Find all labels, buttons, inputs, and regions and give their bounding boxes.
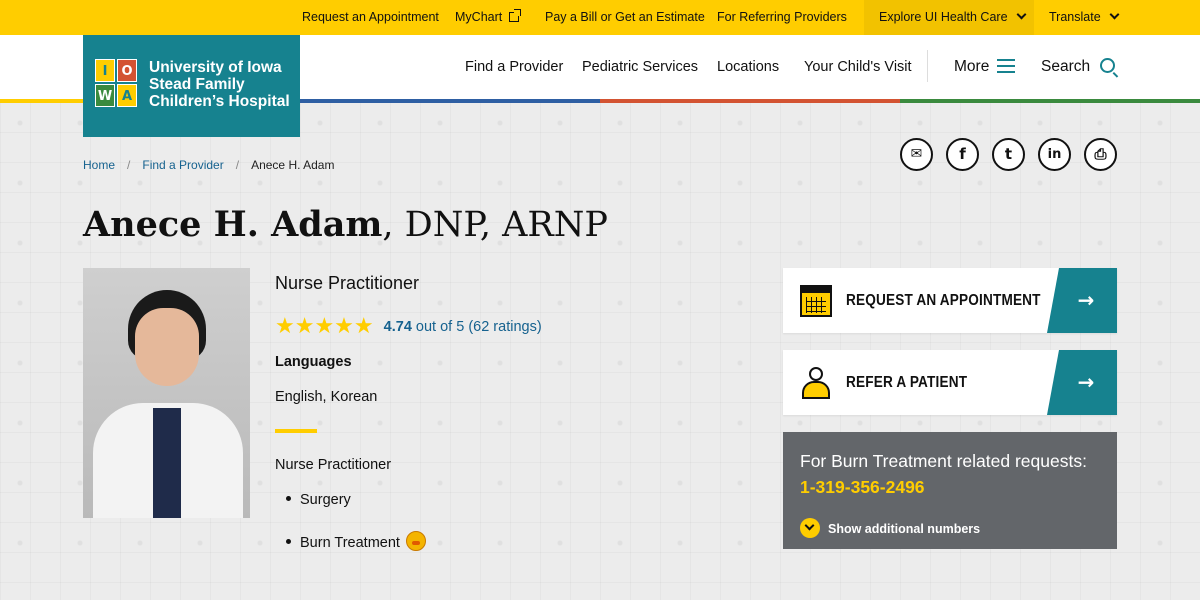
nav-locations[interactable]: Locations <box>717 35 779 99</box>
utility-mychart-link[interactable]: MyChart <box>455 0 522 35</box>
hospital-logo[interactable]: I O W A University of Iowa Stead Family … <box>83 35 300 137</box>
calendar-grid <box>806 297 826 313</box>
specialty-heading: Nurse Practitioner <box>275 457 392 473</box>
breadcrumb-find-a-provider[interactable]: Find a Provider <box>142 158 223 172</box>
logo-tile-a: A <box>117 84 137 107</box>
nav-find-a-provider[interactable]: Find a Provider <box>465 35 563 99</box>
bullet <box>286 496 291 501</box>
logo-tile-i: I <box>95 59 115 82</box>
chevron-down-icon <box>1016 9 1026 20</box>
breadcrumb-separator: / <box>235 158 240 172</box>
refer-patient-label: REFER A PATIENT <box>846 374 968 391</box>
phone-number-link[interactable]: 1-319-356-2496 <box>800 477 925 498</box>
photo-shirt <box>153 408 181 518</box>
chevron-down-icon <box>800 518 820 538</box>
section-divider <box>275 429 317 433</box>
print-icon[interactable]: ⎙ <box>1084 138 1117 171</box>
logo-tile-o: O <box>117 59 137 82</box>
external-link-icon <box>509 9 522 22</box>
specialty-item: Surgery <box>286 492 351 508</box>
nav-more-button[interactable]: More <box>954 35 1016 99</box>
specialty-burn-treatment: Burn Treatment <box>300 535 400 551</box>
provider-name: Anece H. Adam <box>83 204 383 245</box>
arrow-right-icon: → <box>1047 350 1117 415</box>
search-label: Search <box>1041 58 1091 75</box>
star-rating-icon: ★★★★★ <box>275 314 374 339</box>
refer-patient-button[interactable]: REFER A PATIENT → <box>783 350 1117 415</box>
provider-title: Nurse Practitioner <box>275 273 420 293</box>
linkedin-share-icon[interactable]: in <box>1038 138 1071 171</box>
breadcrumb-home[interactable]: Home <box>83 158 115 172</box>
logo-line-1: University of Iowa <box>149 59 282 76</box>
nav-pediatric-services[interactable]: Pediatric Services <box>582 35 698 99</box>
childrens-hospital-duck-icon <box>405 531 426 551</box>
calendar-icon <box>800 285 832 317</box>
page-title: Anece H. Adam, DNP, ARNP <box>83 204 608 245</box>
breadcrumb-separator: / <box>127 158 131 172</box>
logo-line-3: Children’s Hospital <box>149 93 290 110</box>
share-toolbar: ✉ f t in ⎙ <box>900 138 1117 172</box>
header-stripe-red <box>600 99 900 103</box>
specialty-item: Burn Treatment <box>286 527 426 551</box>
translate-dropdown[interactable]: Translate <box>1034 0 1200 35</box>
explore-ui-health-care-dropdown[interactable]: Explore UI Health Care <box>864 0 1034 35</box>
arrow-right-icon: → <box>1047 268 1117 333</box>
hamburger-menu-icon <box>997 59 1016 73</box>
provider-rating[interactable]: ★★★★★ 4.74 out of 5 (62 ratings) <box>275 312 542 339</box>
translate-label: Translate <box>1049 10 1101 24</box>
logo-line-2: Stead Family <box>149 76 245 93</box>
photo-face <box>135 308 199 386</box>
header-stripe-blue <box>300 99 600 103</box>
facebook-share-icon[interactable]: f <box>946 138 979 171</box>
phone-heading: For Burn Treatment related requests: <box>800 451 1087 471</box>
twitter-share-icon[interactable]: t <box>992 138 1025 171</box>
nav-divider <box>927 50 928 82</box>
doctor-icon <box>800 367 832 399</box>
bullet <box>286 539 291 544</box>
provider-credentials: , DNP, ARNP <box>382 205 608 245</box>
nav-search-button[interactable]: Search <box>1041 35 1116 99</box>
breadcrumb: Home / Find a Provider / Anece H. Adam <box>83 158 334 172</box>
show-additional-numbers-button[interactable]: Show additional numbers <box>800 513 981 538</box>
languages-heading: Languages <box>275 354 352 370</box>
show-additional-numbers-label: Show additional numbers <box>828 522 981 536</box>
request-appointment-label: REQUEST AN APPOINTMENT <box>846 292 1041 309</box>
explore-label: Explore UI Health Care <box>879 10 1008 24</box>
utility-referring-providers-link[interactable]: For Referring Providers <box>717 0 847 35</box>
email-share-icon[interactable]: ✉ <box>900 138 933 171</box>
doctor-icon-body <box>802 381 830 399</box>
specialty-surgery: Surgery <box>300 492 351 508</box>
utility-request-appointment-link[interactable]: Request an Appointment <box>302 0 439 35</box>
nav-your-childs-visit[interactable]: Your Child's Visit <box>804 35 912 99</box>
more-label: More <box>954 58 990 75</box>
search-icon <box>1100 58 1116 73</box>
mychart-label: MyChart <box>455 10 503 24</box>
doctor-icon-head <box>809 367 823 381</box>
rating-count: out of 5 (62 ratings) <box>415 319 542 335</box>
utility-bar: Request an Appointment MyChart Pay a Bil… <box>0 0 1200 35</box>
languages-value: English, Korean <box>275 389 378 405</box>
utility-pay-bill-link[interactable]: Pay a Bill or Get an Estimate <box>545 0 705 35</box>
provider-photo <box>83 268 250 518</box>
chevron-down-icon <box>1109 9 1120 20</box>
logo-tile-w: W <box>95 84 115 107</box>
rating-score: 4.74 <box>383 319 412 335</box>
logo-text: University of Iowa Stead Family Children… <box>149 59 290 110</box>
request-appointment-button[interactable]: REQUEST AN APPOINTMENT → <box>783 268 1117 333</box>
breadcrumb-current: Anece H. Adam <box>251 158 335 172</box>
logo-tiles: I O W A <box>95 59 139 109</box>
header-stripe-green <box>900 99 1200 103</box>
phone-info-box: For Burn Treatment related requests: 1-3… <box>783 432 1117 549</box>
